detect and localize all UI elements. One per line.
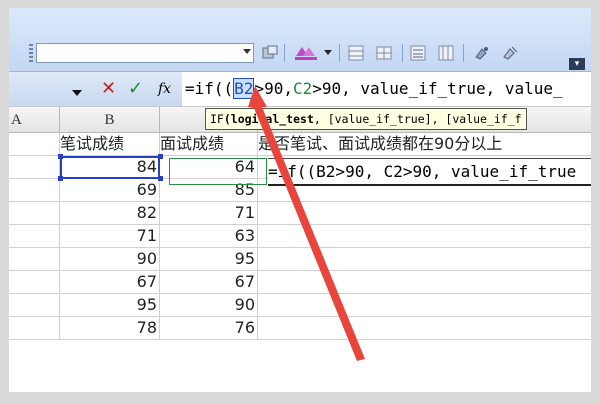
cell-a8[interactable]: [9, 294, 60, 317]
cell-c7[interactable]: 67: [160, 271, 258, 294]
cell-d8[interactable]: [258, 294, 591, 317]
selection-handle[interactable]: [158, 154, 163, 159]
name-box[interactable]: [9, 72, 67, 106]
formatting-toolbar: ▾: [9, 8, 591, 72]
enter-icon[interactable]: ✓: [128, 80, 143, 98]
toolbar-separator: [339, 44, 340, 62]
cell-d4[interactable]: [258, 202, 591, 225]
insert-function-button[interactable]: fx: [158, 80, 171, 98]
cancel-icon[interactable]: ✕: [101, 80, 116, 98]
formula-mid: >90,: [254, 79, 293, 98]
formula-bar: ✕ ✓ fx =if((B2>90,C2>90, value_if_true, …: [9, 72, 591, 107]
toolbar-separator: [402, 44, 403, 62]
cell-b1[interactable]: 笔试成绩: [60, 133, 160, 156]
toolbar-separator: [284, 44, 285, 62]
cell-b2[interactable]: 84: [60, 156, 160, 179]
tooltip-rest: , [value_if_true], [value_if_f: [313, 112, 522, 126]
cell-b3[interactable]: 69: [60, 179, 160, 202]
borders-icon[interactable]: [345, 43, 367, 63]
font-name-input[interactable]: [36, 43, 254, 63]
column-header-b[interactable]: B: [60, 107, 160, 133]
excel-window: ▾ ✕ ✓ fx =if((B2>90,C2>90, value_if_true…: [9, 8, 591, 392]
tooltip-current-arg: (logical_test: [223, 112, 314, 126]
cell-a9[interactable]: [9, 317, 60, 340]
font-dropdown-arrow-icon[interactable]: [243, 49, 251, 54]
function-argument-tooltip: IF(logical_test, [value_if_true], [value…: [205, 108, 527, 130]
toolbar-options-icon[interactable]: ▾: [569, 58, 585, 70]
dropdown-arrow-icon[interactable]: [323, 43, 333, 63]
cell-a5[interactable]: [9, 225, 60, 248]
highlight-color-icon[interactable]: [292, 43, 322, 63]
cell-a4[interactable]: [9, 202, 60, 225]
cell-b4[interactable]: 82: [60, 202, 160, 225]
formula-rest: >90, value_if_true, value_: [312, 79, 563, 98]
selection-handle[interactable]: [58, 154, 63, 159]
cell-c6[interactable]: 95: [160, 248, 258, 271]
formula-buttons: ✕ ✓ fx: [66, 72, 182, 106]
formula-ref-b2: B2: [233, 78, 255, 99]
namebox-dropdown-icon[interactable]: [72, 84, 82, 102]
cell-d6[interactable]: [258, 248, 591, 271]
cell-a1[interactable]: [9, 133, 60, 156]
cell-b9[interactable]: 78: [60, 317, 160, 340]
format-painter-icon[interactable]: [471, 43, 493, 63]
formula-input[interactable]: =if((B2>90,C2>90, value_if_true, value_: [185, 72, 563, 106]
cell-b6[interactable]: 90: [60, 248, 160, 271]
cell-a3[interactable]: [9, 179, 60, 202]
cell-c8[interactable]: 90: [160, 294, 258, 317]
cell-c5[interactable]: 63: [160, 225, 258, 248]
table-icon[interactable]: [435, 43, 457, 63]
selection-handle[interactable]: [58, 176, 63, 181]
grip-icon[interactable]: [29, 44, 33, 62]
merge-icon[interactable]: [373, 43, 395, 63]
cell-d5[interactable]: [258, 225, 591, 248]
cell-c4[interactable]: 71: [160, 202, 258, 225]
cell-a6[interactable]: [9, 248, 60, 271]
tooltip-function: IF: [210, 112, 224, 126]
cell-b8[interactable]: 95: [60, 294, 160, 317]
cell-a2[interactable]: [9, 156, 60, 179]
align-icon[interactable]: [407, 43, 429, 63]
c2-reference-highlight: [169, 158, 267, 185]
column-header-a[interactable]: A: [9, 107, 60, 133]
in-cell-formula-text: =if((B2>90, C2>90, value_if_true: [268, 162, 577, 181]
copy-format-icon[interactable]: [259, 43, 281, 63]
cell-c9[interactable]: 76: [160, 317, 258, 340]
toolbar-separator: [463, 44, 464, 62]
cell-a7[interactable]: [9, 271, 60, 294]
cell-d7[interactable]: [258, 271, 591, 294]
in-cell-formula-editor[interactable]: =if((B2>90, C2>90, value_if_true: [268, 158, 591, 186]
cell-b7[interactable]: 67: [60, 271, 160, 294]
cell-b5[interactable]: 71: [60, 225, 160, 248]
formula-prefix: =if((: [185, 79, 234, 98]
cell-c1[interactable]: 面试成绩: [160, 133, 258, 156]
cell-d1[interactable]: 是否笔试、面试成绩都在90分以上: [258, 133, 591, 156]
cell-d9[interactable]: [258, 317, 591, 340]
formula-ref-c2: C2: [292, 79, 313, 98]
selection-handle[interactable]: [158, 176, 163, 181]
clear-format-icon[interactable]: [499, 43, 521, 63]
